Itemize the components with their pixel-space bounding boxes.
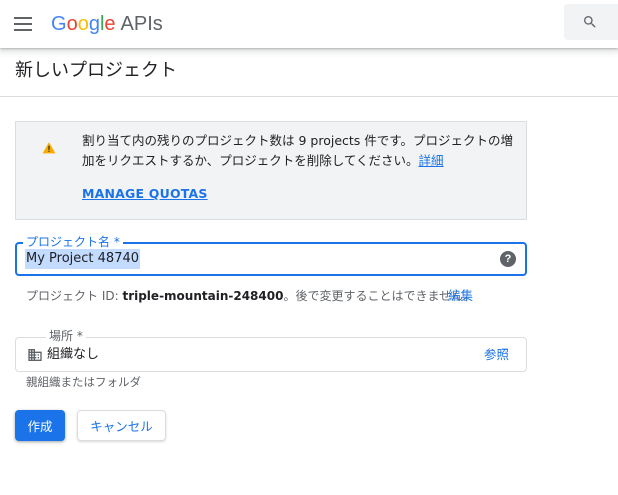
edit-project-id-link[interactable]: 編集 [448, 287, 473, 305]
create-button[interactable]: 作成 [15, 410, 65, 441]
project-name-field[interactable]: プロジェクト名 * My Project 48740 ? [15, 234, 527, 276]
project-id-prefix: プロジェクト ID: [26, 289, 123, 303]
app-header: Google APIs [0, 0, 618, 48]
project-id-suffix: 。後で変更することはできません。 [283, 289, 476, 303]
page-title: 新しいプロジェクト [15, 60, 177, 81]
project-name-input[interactable]: My Project 48740 [25, 249, 141, 269]
help-icon[interactable]: ? [500, 251, 516, 267]
search-button[interactable] [564, 4, 618, 40]
project-id-info: プロジェクト ID: triple-mountain-248400。後で変更する… [26, 287, 475, 305]
warning-icon [42, 142, 56, 154]
divider [0, 96, 618, 97]
browse-button[interactable]: 参照 [484, 345, 509, 365]
quota-message-text: 割り当て内の残りのプロジェクト数は 9 projects 件です。プロジェクトの… [82, 133, 514, 168]
project-id-value: triple-mountain-248400 [122, 289, 284, 303]
location-value: 組織なし [47, 347, 100, 362]
manage-quotas-link[interactable]: MANAGE QUOTAS [82, 186, 208, 201]
quota-message: 割り当て内の残りのプロジェクト数は 9 projects 件です。プロジェクトの… [82, 131, 522, 171]
location-hint: 親組織またはフォルダ [26, 375, 141, 389]
location-label: 場所 * [46, 328, 86, 344]
search-icon [584, 16, 596, 28]
google-apis-logo[interactable]: Google APIs [51, 10, 163, 38]
quota-notice: 割り当て内の残りのプロジェクト数は 9 projects 件です。プロジェクトの… [15, 121, 527, 220]
cancel-button[interactable]: キャンセル [77, 410, 166, 441]
hamburger-menu-icon[interactable] [12, 12, 36, 36]
logo-product-name: APIs [120, 13, 163, 35]
project-name-label: プロジェクト名 * [23, 234, 123, 250]
building-icon [28, 349, 42, 361]
location-field[interactable]: 場所 * 組織なし 参照 [15, 328, 527, 372]
details-link[interactable]: 詳細 [419, 153, 444, 168]
